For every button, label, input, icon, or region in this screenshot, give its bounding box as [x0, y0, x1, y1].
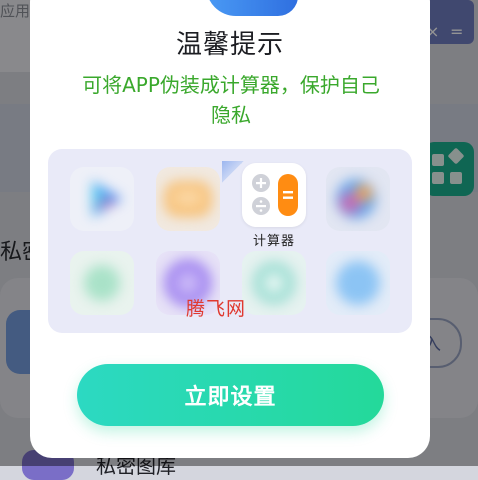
orange-mail-icon: [156, 167, 220, 231]
green-app-icon: [70, 251, 134, 315]
dialog-title: 温馨提示: [175, 30, 284, 60]
teal-app-icon: [242, 251, 306, 315]
colorful-orb-icon: [326, 167, 390, 231]
google-play-icon: [70, 167, 134, 231]
ribbon-decoration: [222, 161, 244, 183]
dialog-subtitle: 可将APP伪装成计算器，保护自己隐私: [82, 73, 380, 127]
calculator-label: 计算器: [252, 234, 295, 249]
blue-app-icon: [326, 251, 390, 315]
calculator-icon: [242, 163, 306, 227]
set-now-button[interactable]: 立即设置: [77, 364, 384, 426]
watermark-text: 腾飞网: [186, 298, 247, 320]
